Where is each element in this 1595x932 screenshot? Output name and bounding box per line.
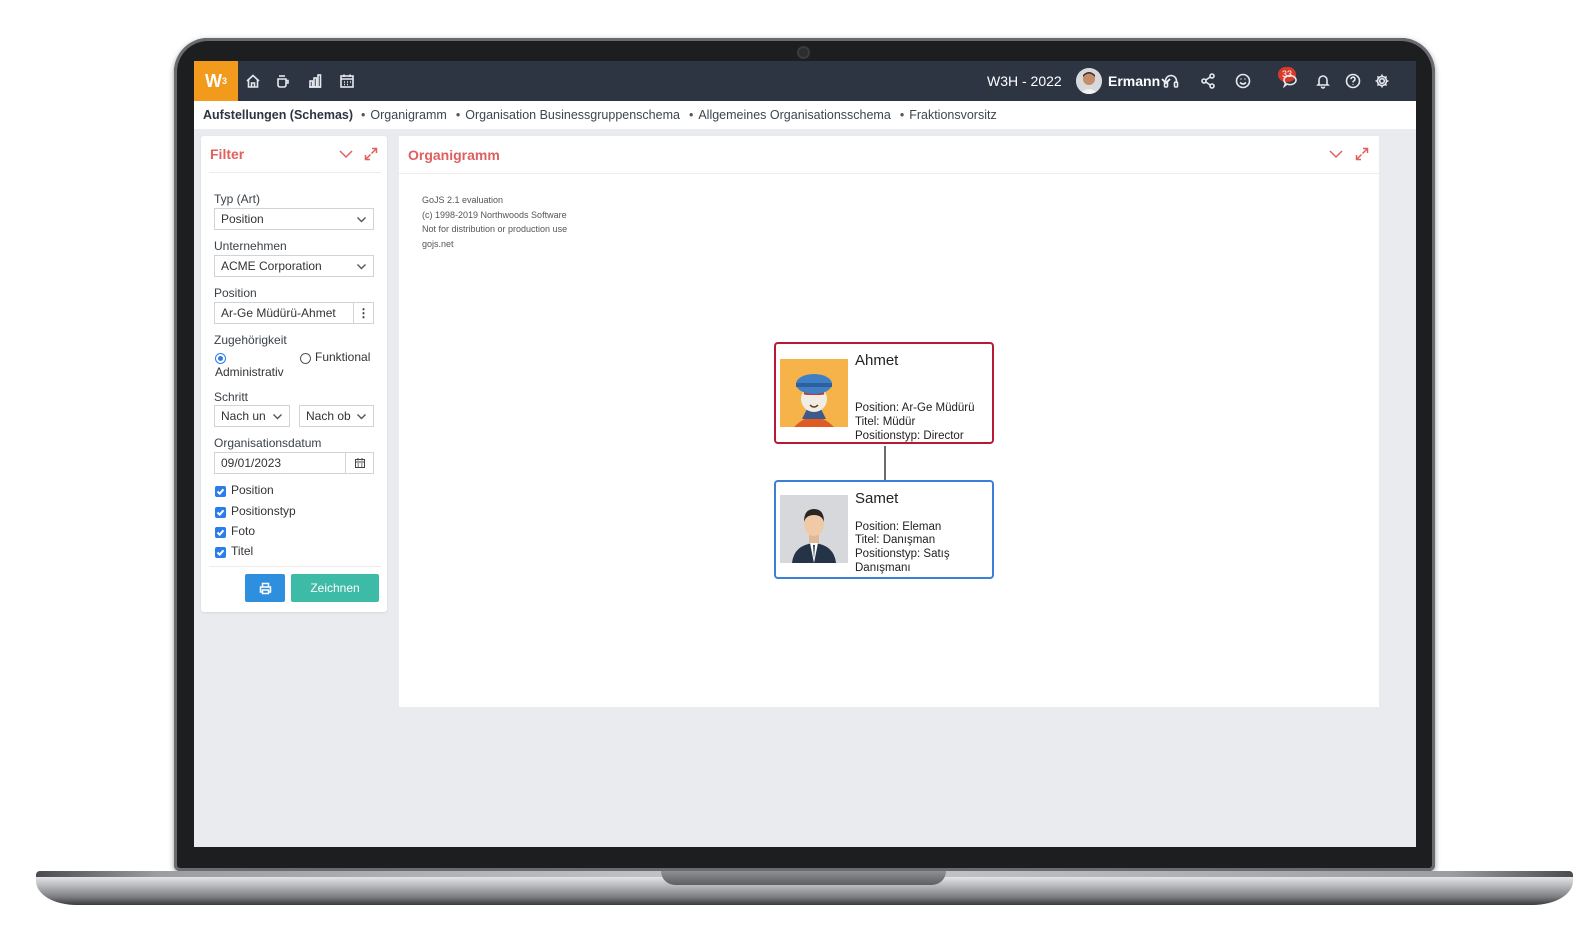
org-connector xyxy=(884,446,886,480)
checkbox-positionstyp-label: Positionstyp xyxy=(231,504,296,518)
date-input[interactable]: 09/01/2023 xyxy=(214,452,374,474)
radio-funktional-label: Funktional xyxy=(315,350,371,364)
node-name: Ahmet xyxy=(855,352,899,369)
app-screen: W3 W3H - 2022 Ermann 33 Aufstellungen (S… xyxy=(194,61,1416,847)
user-name[interactable]: Ermann xyxy=(1108,73,1160,89)
company-label: Unternehmen xyxy=(214,239,287,253)
breadcrumb-organigramm[interactable]: Organigramm xyxy=(361,108,446,122)
radio-funktional[interactable] xyxy=(300,353,311,364)
watermark-line: Not for distribution or production use xyxy=(422,224,568,234)
laptop-notch xyxy=(661,871,946,885)
step-down-value: Nach un xyxy=(221,409,266,423)
checkbox-foto-label: Foto xyxy=(231,524,256,538)
org-node-ahmet[interactable]: Ahmet Position: Ar-Ge Müdürü Titel: Müdü… xyxy=(774,342,994,444)
coffee-icon[interactable] xyxy=(274,72,292,90)
position-value: Ar-Ge Müdürü-Ahmet xyxy=(221,306,336,320)
user-avatar[interactable] xyxy=(1076,68,1102,94)
home-icon[interactable] xyxy=(244,72,262,90)
photo-ahmet xyxy=(780,359,848,427)
breadcrumb: Aufstellungen (Schemas) Organigramm Orga… xyxy=(194,101,1416,129)
breadcrumb-fraktionsvorsitz[interactable]: Fraktionsvorsitz xyxy=(900,108,997,122)
company-value: ACME Corporation xyxy=(221,259,322,273)
type-label: Typ (Art) xyxy=(214,192,261,206)
chat-icon[interactable] xyxy=(1281,72,1299,90)
chevron-down-icon xyxy=(356,261,367,272)
divider xyxy=(209,172,381,173)
company-select[interactable]: ACME Corporation xyxy=(214,255,374,277)
printer-icon xyxy=(259,582,271,594)
position-label: Position xyxy=(214,286,257,300)
date-label: Organisationsdatum xyxy=(214,436,322,450)
more-vertical-icon[interactable]: ⋮ xyxy=(353,303,373,323)
print-button[interactable] xyxy=(245,574,285,602)
filter-panel: Filter Typ (Art) Position Unternehmen AC… xyxy=(201,136,387,612)
step-down-select[interactable]: Nach un xyxy=(214,405,290,427)
bell-icon[interactable] xyxy=(1314,72,1332,90)
radio-administrativ[interactable] xyxy=(215,353,226,364)
filter-title: Filter xyxy=(210,146,245,162)
bar-chart-icon[interactable] xyxy=(306,72,324,90)
app-year-title: W3H - 2022 xyxy=(987,73,1062,89)
node-position-type-cont: Danışmanı xyxy=(855,562,911,574)
help-icon[interactable] xyxy=(1344,72,1362,90)
checkbox-position-label: Position xyxy=(231,483,274,497)
node-title: Titel: Danışman xyxy=(855,534,936,546)
app-logo[interactable]: W3 xyxy=(194,61,238,101)
collapse-icon[interactable] xyxy=(339,147,353,161)
node-name: Samet xyxy=(855,490,899,507)
share-icon[interactable] xyxy=(1199,72,1217,90)
checkbox-titel[interactable] xyxy=(215,547,226,558)
node-position: Position: Ar-Ge Müdürü xyxy=(855,402,975,414)
node-position: Position: Eleman xyxy=(855,521,942,533)
calendar-icon[interactable] xyxy=(345,453,373,473)
node-position-type: Positionstyp: Satış xyxy=(855,548,950,560)
organigramm-panel: Organigramm GoJS 2.1 evaluation (c) 1998… xyxy=(399,136,1379,707)
smiley-icon[interactable] xyxy=(1234,72,1252,90)
node-title: Titel: Müdür xyxy=(855,416,916,428)
step-label: Schritt xyxy=(214,390,249,404)
breadcrumb-root[interactable]: Aufstellungen (Schemas) xyxy=(203,108,353,122)
breadcrumb-general-schema[interactable]: Allgemeines Organisationsschema xyxy=(689,108,890,122)
type-select[interactable]: Position xyxy=(214,208,374,230)
device-mockup: W3 W3H - 2022 Ermann 33 Aufstellungen (S… xyxy=(0,0,1595,932)
watermark-line: gojs.net xyxy=(422,238,454,249)
divider xyxy=(209,566,381,567)
checkbox-positionstyp[interactable] xyxy=(215,507,226,518)
calendar-icon[interactable] xyxy=(338,72,356,90)
step-up-select[interactable]: Nach ob xyxy=(299,405,374,427)
expand-icon[interactable] xyxy=(1355,147,1369,161)
draw-button[interactable]: Zeichnen xyxy=(291,574,379,602)
photo-samet xyxy=(780,495,848,563)
gojs-watermark: GoJS 2.1 evaluation (c) 1998-2019 Northw… xyxy=(422,193,567,251)
camera xyxy=(797,46,810,59)
divider xyxy=(399,173,1379,174)
breadcrumb-business-groups[interactable]: Organisation Businessgruppenschema xyxy=(456,108,680,122)
collapse-icon[interactable] xyxy=(1329,147,1343,161)
watermark-line: GoJS 2.1 evaluation xyxy=(422,195,504,205)
date-value: 09/01/2023 xyxy=(221,456,282,470)
org-node-samet[interactable]: Samet Position: Eleman Titel: Danışman P… xyxy=(774,480,994,579)
chevron-down-icon xyxy=(272,411,283,422)
watermark-line: (c) 1998-2019 Northwoods Software xyxy=(422,209,567,220)
radio-administrativ-label: Administrativ xyxy=(215,365,284,379)
affiliation-label: Zugehörigkeit xyxy=(214,333,287,347)
headset-icon[interactable] xyxy=(1162,72,1180,90)
chevron-down-icon xyxy=(356,214,367,225)
expand-icon[interactable] xyxy=(364,147,378,161)
checkbox-position[interactable] xyxy=(215,486,226,497)
position-picker[interactable]: Ar-Ge Müdürü-Ahmet ⋮ xyxy=(214,302,374,324)
type-value: Position xyxy=(221,212,264,226)
node-position-type: Positionstyp: Director xyxy=(855,430,964,442)
gear-icon[interactable] xyxy=(1373,72,1391,90)
organigramm-title: Organigramm xyxy=(408,147,500,163)
chevron-down-icon xyxy=(356,411,367,422)
top-navbar: W3 W3H - 2022 Ermann 33 xyxy=(194,61,1416,101)
checkbox-foto[interactable] xyxy=(215,527,226,538)
step-up-value: Nach ob xyxy=(306,409,351,423)
checkbox-titel-label: Titel xyxy=(231,544,254,558)
